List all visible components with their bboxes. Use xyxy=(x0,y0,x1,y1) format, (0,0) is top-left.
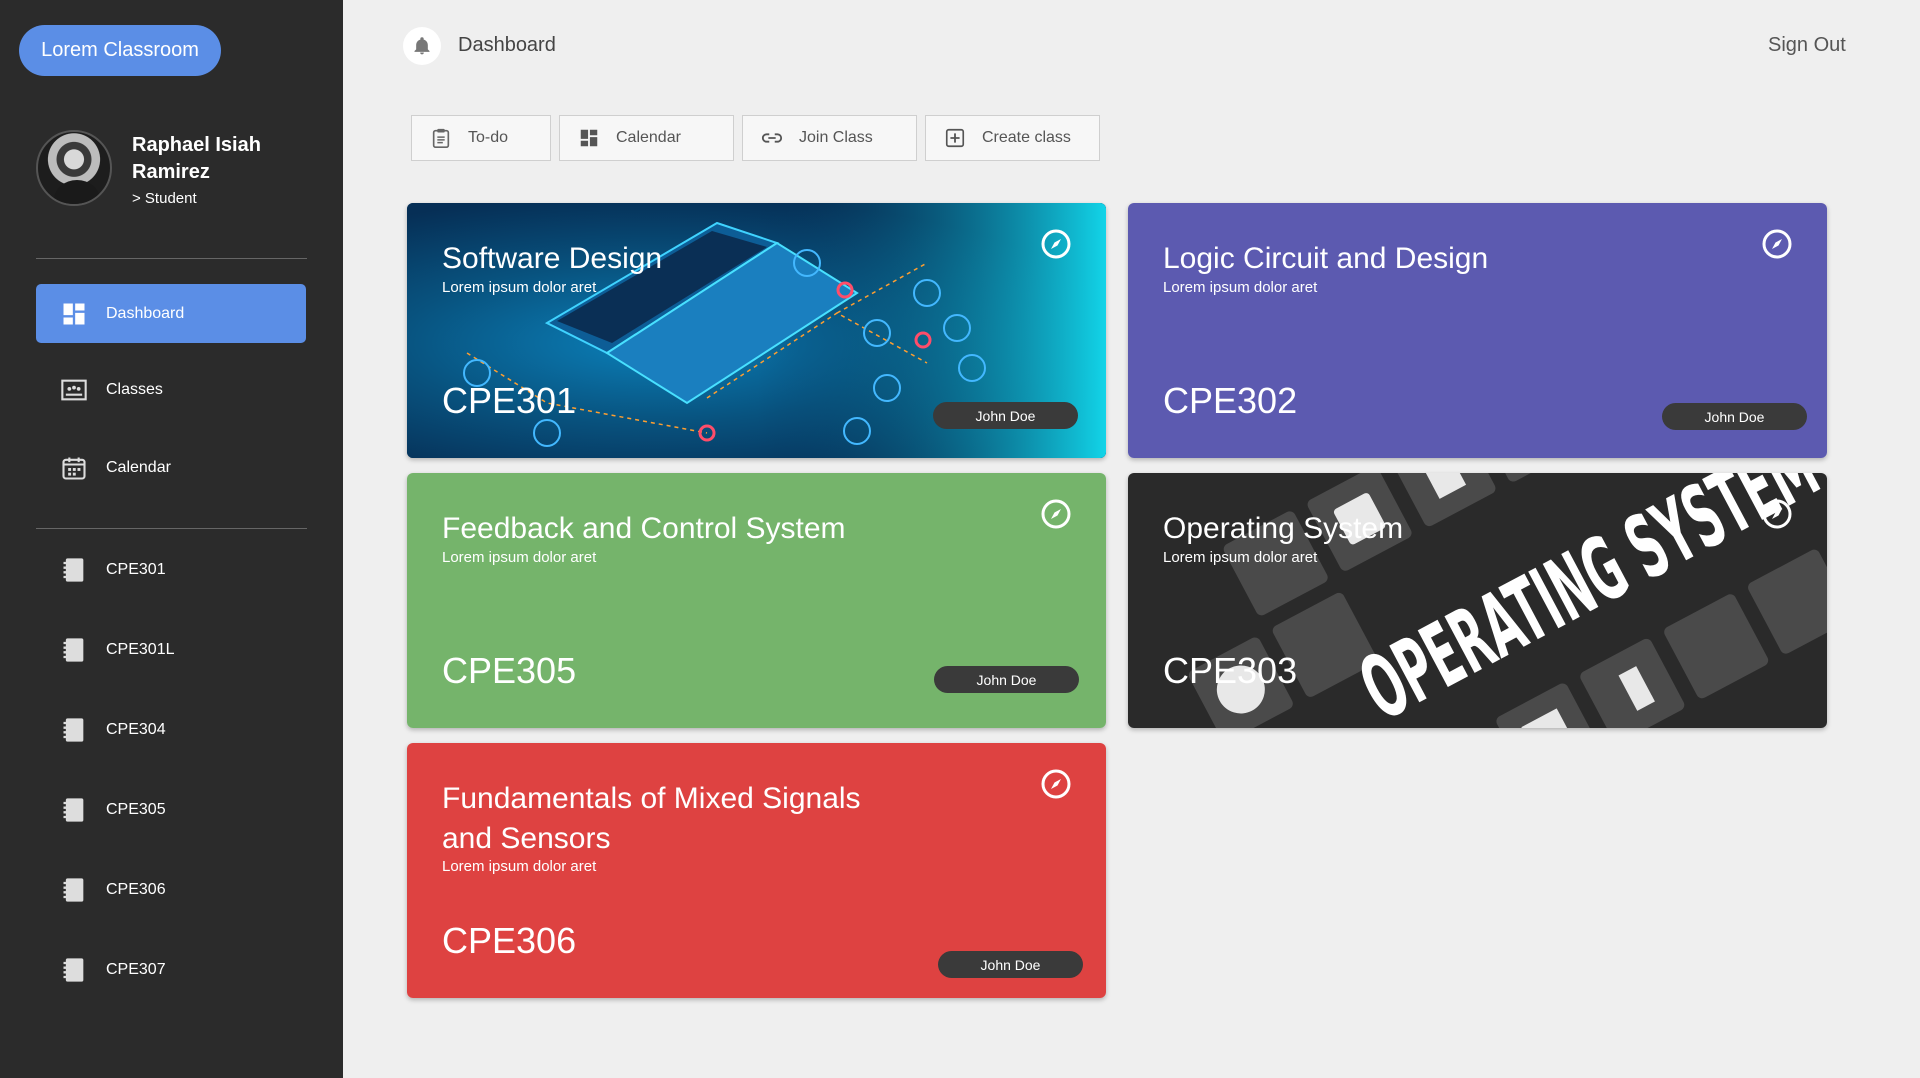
todo-label: To-do xyxy=(468,129,509,146)
sidebar-item-label: Dashboard xyxy=(106,304,185,322)
page-title: Dashboard xyxy=(458,34,556,56)
sidebar-item-dashboard[interactable]: Dashboard xyxy=(36,284,306,343)
sidebar-divider xyxy=(36,528,307,529)
notebook-icon xyxy=(60,716,88,744)
sidebar-class-label: CPE307 xyxy=(106,960,166,978)
avatar[interactable] xyxy=(36,130,112,206)
sidebar-item-classes[interactable]: Classes xyxy=(36,360,306,419)
add-box-icon xyxy=(944,127,966,149)
card-subtitle: Lorem ipsum dolor aret xyxy=(442,549,597,566)
create-class-label: Create class xyxy=(982,129,1071,146)
sidebar-item-label: Calendar xyxy=(106,458,171,476)
card-title[interactable]: Feedback and Control System xyxy=(442,509,922,549)
profile-role: > Student xyxy=(132,190,197,207)
sidebar-item-calendar[interactable]: Calendar xyxy=(36,438,306,497)
class-card-cpe301[interactable]: Software Design Lorem ipsum dolor aret C… xyxy=(407,203,1106,458)
sidebar-class-cpe305[interactable]: CPE305 xyxy=(36,780,306,839)
notebook-icon xyxy=(60,636,88,664)
sidebar-class-label: CPE305 xyxy=(106,800,166,818)
card-title[interactable]: Logic Circuit and Design xyxy=(1163,239,1643,279)
card-title[interactable]: Fundamentals of Mixed Signals and Sensor… xyxy=(442,779,882,859)
user-profile: Raphael Isiah Ramirez > Student xyxy=(36,130,326,220)
card-subtitle: Lorem ipsum dolor aret xyxy=(1163,279,1318,296)
sidebar-class-label: CPE304 xyxy=(106,720,166,738)
class-card-cpe302[interactable]: Logic Circuit and Design Lorem ipsum dol… xyxy=(1128,203,1827,458)
sidebar-class-label: CPE301L xyxy=(106,640,175,658)
clipboard-icon xyxy=(430,127,452,149)
class-card-cpe303[interactable]: OPERATING SYSTEM Operating System Lorem … xyxy=(1128,473,1827,728)
class-card-cpe305[interactable]: Feedback and Control System Lorem ipsum … xyxy=(407,473,1106,728)
sidebar: Lorem Classroom Raphael Isiah Ramirez > … xyxy=(0,0,343,1078)
join-class-button[interactable]: Join Class xyxy=(742,115,917,161)
notebook-icon xyxy=(60,556,88,584)
card-subtitle: Lorem ipsum dolor aret xyxy=(1163,549,1318,566)
card-title[interactable]: Operating System xyxy=(1163,509,1643,549)
bell-icon xyxy=(414,37,430,55)
card-code: CPE303 xyxy=(1163,650,1298,691)
notebook-icon xyxy=(60,956,88,984)
class-card-cpe306[interactable]: Fundamentals of Mixed Signals and Sensor… xyxy=(407,743,1106,998)
notebook-icon xyxy=(60,876,88,904)
teacher-badge: John Doe xyxy=(1662,403,1807,430)
teacher-badge: John Doe xyxy=(934,666,1079,693)
card-code: CPE305 xyxy=(442,650,577,691)
card-subtitle: Lorem ipsum dolor aret xyxy=(442,279,597,296)
card-code: CPE306 xyxy=(442,920,577,961)
todo-button[interactable]: To-do xyxy=(411,115,551,161)
compass-icon[interactable] xyxy=(1040,768,1072,800)
grid-icon xyxy=(578,127,600,149)
calendar-button[interactable]: Calendar xyxy=(559,115,734,161)
calendar-label: Calendar xyxy=(616,129,681,146)
card-code: CPE302 xyxy=(1163,380,1298,421)
compass-icon[interactable] xyxy=(1761,498,1793,530)
teacher-badge: John Doe xyxy=(933,402,1078,429)
sidebar-class-cpe304[interactable]: CPE304 xyxy=(36,700,306,759)
sidebar-item-label: Classes xyxy=(106,380,163,398)
card-title[interactable]: Software Design xyxy=(442,239,922,279)
sidebar-class-label: CPE301 xyxy=(106,560,166,578)
create-class-button[interactable]: Create class xyxy=(925,115,1100,161)
teacher-badge: John Doe xyxy=(938,951,1083,978)
card-code: CPE301 xyxy=(442,380,577,421)
sidebar-class-label: CPE306 xyxy=(106,880,166,898)
sidebar-class-cpe306[interactable]: CPE306 xyxy=(36,860,306,919)
brand-button[interactable]: Lorem Classroom xyxy=(19,25,221,76)
sidebar-class-cpe307[interactable]: CPE307 xyxy=(36,940,306,999)
sign-out-link[interactable]: Sign Out xyxy=(1768,34,1846,57)
classes-icon xyxy=(60,376,88,404)
card-subtitle: Lorem ipsum dolor aret xyxy=(442,858,597,875)
calendar-icon xyxy=(60,454,88,482)
link-icon xyxy=(761,127,783,149)
sidebar-class-cpe301l[interactable]: CPE301L xyxy=(36,620,306,679)
sidebar-divider xyxy=(36,258,307,259)
join-class-label: Join Class xyxy=(799,129,873,146)
compass-icon[interactable] xyxy=(1040,228,1072,260)
notebook-icon xyxy=(60,796,88,824)
notification-bell-button[interactable] xyxy=(403,27,441,65)
profile-name: Raphael Isiah Ramirez xyxy=(132,134,261,183)
sidebar-class-cpe301[interactable]: CPE301 xyxy=(36,540,306,599)
dashboard-icon xyxy=(60,300,88,328)
compass-icon[interactable] xyxy=(1040,498,1072,530)
compass-icon[interactable] xyxy=(1761,228,1793,260)
